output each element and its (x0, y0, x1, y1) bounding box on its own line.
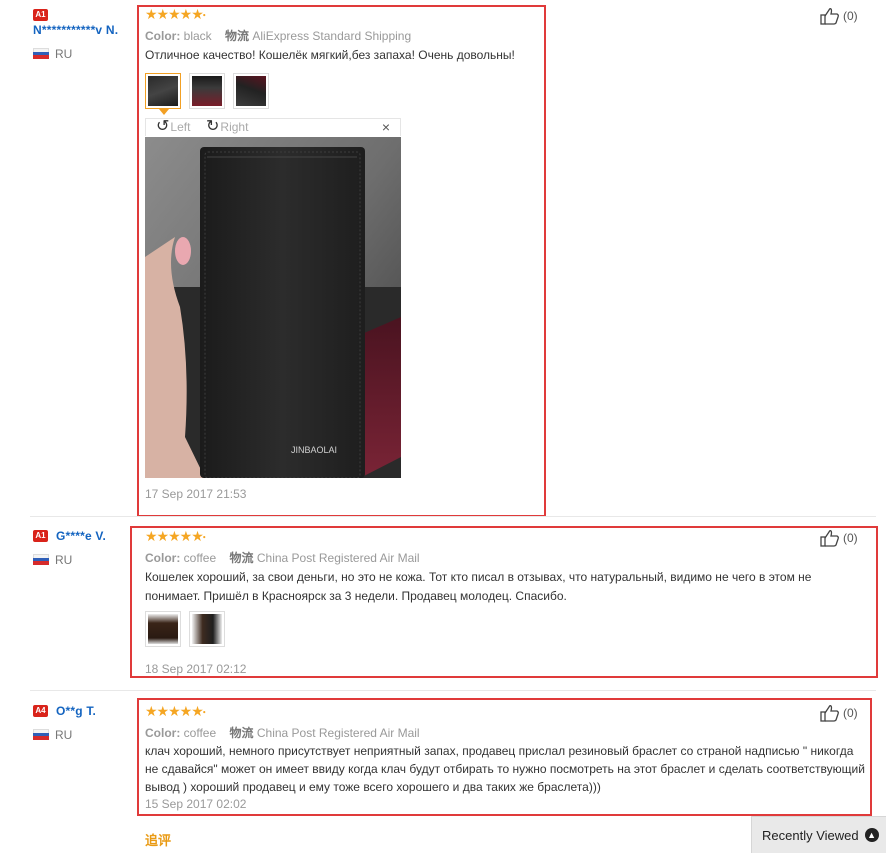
svg-text:JINBAOLAI: JINBAOLAI (291, 445, 337, 455)
review-text: клач хороший, немного присутствует непри… (145, 744, 865, 794)
order-info: Color: black 物流 AliExpress Standard Ship… (145, 27, 411, 44)
photo-thumbnail[interactable] (145, 611, 181, 647)
buyer-level-badge: A4 (33, 705, 48, 717)
reviewer-name[interactable]: N***********v N. (33, 23, 118, 37)
star-rating: ★★★★★● (145, 703, 206, 719)
color-value: coffee (183, 726, 217, 740)
thumbs-up-icon (820, 8, 839, 25)
shipping-label: 物流 (229, 551, 254, 565)
photo-thumbnails (145, 73, 269, 115)
color-value: coffee (183, 551, 217, 565)
photo-thumbnail[interactable] (233, 73, 269, 109)
followup-review-link[interactable]: 追评 (145, 830, 171, 849)
recently-viewed-label: Recently Viewed (762, 827, 859, 843)
active-caret-icon (159, 109, 169, 115)
russia-flag-icon (33, 48, 49, 59)
thumbs-up-icon (820, 705, 839, 722)
reviewer-name[interactable]: G****e V. (56, 529, 106, 543)
shipping-value: China Post Registered Air Mail (256, 551, 420, 565)
color-label: Color: (145, 29, 181, 43)
review-date: 18 Sep 2017 02:12 (145, 662, 247, 676)
rotate-left-icon: ↺ (156, 118, 170, 135)
helpful-button[interactable]: (0) (820, 704, 858, 722)
helpful-button[interactable]: (0) (820, 7, 858, 25)
photo-thumbnails (145, 611, 225, 647)
thumbs-up-icon (820, 530, 839, 547)
photo-viewer: ↺ Left ↻ Right × JINBAOLAI (145, 118, 401, 478)
rotate-left-button[interactable]: ↺ Left (156, 118, 190, 135)
reviewer-name[interactable]: O**g T. (56, 704, 96, 718)
reviewer-country: RU (55, 553, 73, 567)
rotate-right-button[interactable]: ↻ Right (206, 118, 248, 135)
review-photo: JINBAOLAI (145, 137, 401, 478)
recently-viewed-button[interactable]: Recently Viewed ▲ (751, 816, 886, 853)
rotate-right-icon: ↻ (206, 118, 220, 135)
review-date: 15 Sep 2017 02:02 (145, 797, 247, 811)
buyer-level-badge: A1 (33, 9, 48, 21)
russia-flag-icon (33, 554, 49, 565)
star-rating: ★★★★★● (145, 6, 206, 22)
order-info: Color: coffee 物流 China Post Registered A… (145, 549, 420, 566)
review-text: Отличное качество! Кошелёк мягкий,без за… (145, 48, 515, 62)
shipping-label: 物流 (229, 726, 254, 740)
shipping-value: AliExpress Standard Shipping (252, 29, 412, 43)
color-label: Color: (145, 726, 181, 740)
helpful-count: (0) (843, 9, 858, 23)
buyer-level-badge: A1 (33, 530, 48, 542)
shipping-label: 物流 (225, 29, 250, 43)
viewer-toolbar: ↺ Left ↻ Right × (145, 118, 401, 136)
review-date: 17 Sep 2017 21:53 (145, 487, 247, 501)
reviewer-country: RU (55, 47, 73, 61)
reviewer-country: RU (55, 728, 73, 742)
russia-flag-icon (33, 729, 49, 740)
helpful-button[interactable]: (0) (820, 529, 858, 547)
star-rating: ★★★★★● (145, 528, 206, 544)
close-viewer-button[interactable]: × (382, 119, 390, 135)
review-divider (30, 690, 876, 691)
photo-thumbnail[interactable] (189, 611, 225, 647)
review-divider (30, 516, 876, 517)
helpful-count: (0) (843, 706, 858, 720)
photo-thumbnail[interactable] (189, 73, 225, 109)
helpful-count: (0) (843, 531, 858, 545)
shipping-value: China Post Registered Air Mail (256, 726, 420, 740)
color-label: Color: (145, 551, 181, 565)
order-info: Color: coffee 物流 China Post Registered A… (145, 724, 420, 741)
chevron-up-icon: ▲ (864, 828, 879, 842)
photo-thumbnail[interactable] (145, 73, 181, 115)
color-value: black (183, 29, 212, 43)
review-text: Кошелек хороший, за свои деньги, но это … (145, 570, 812, 603)
